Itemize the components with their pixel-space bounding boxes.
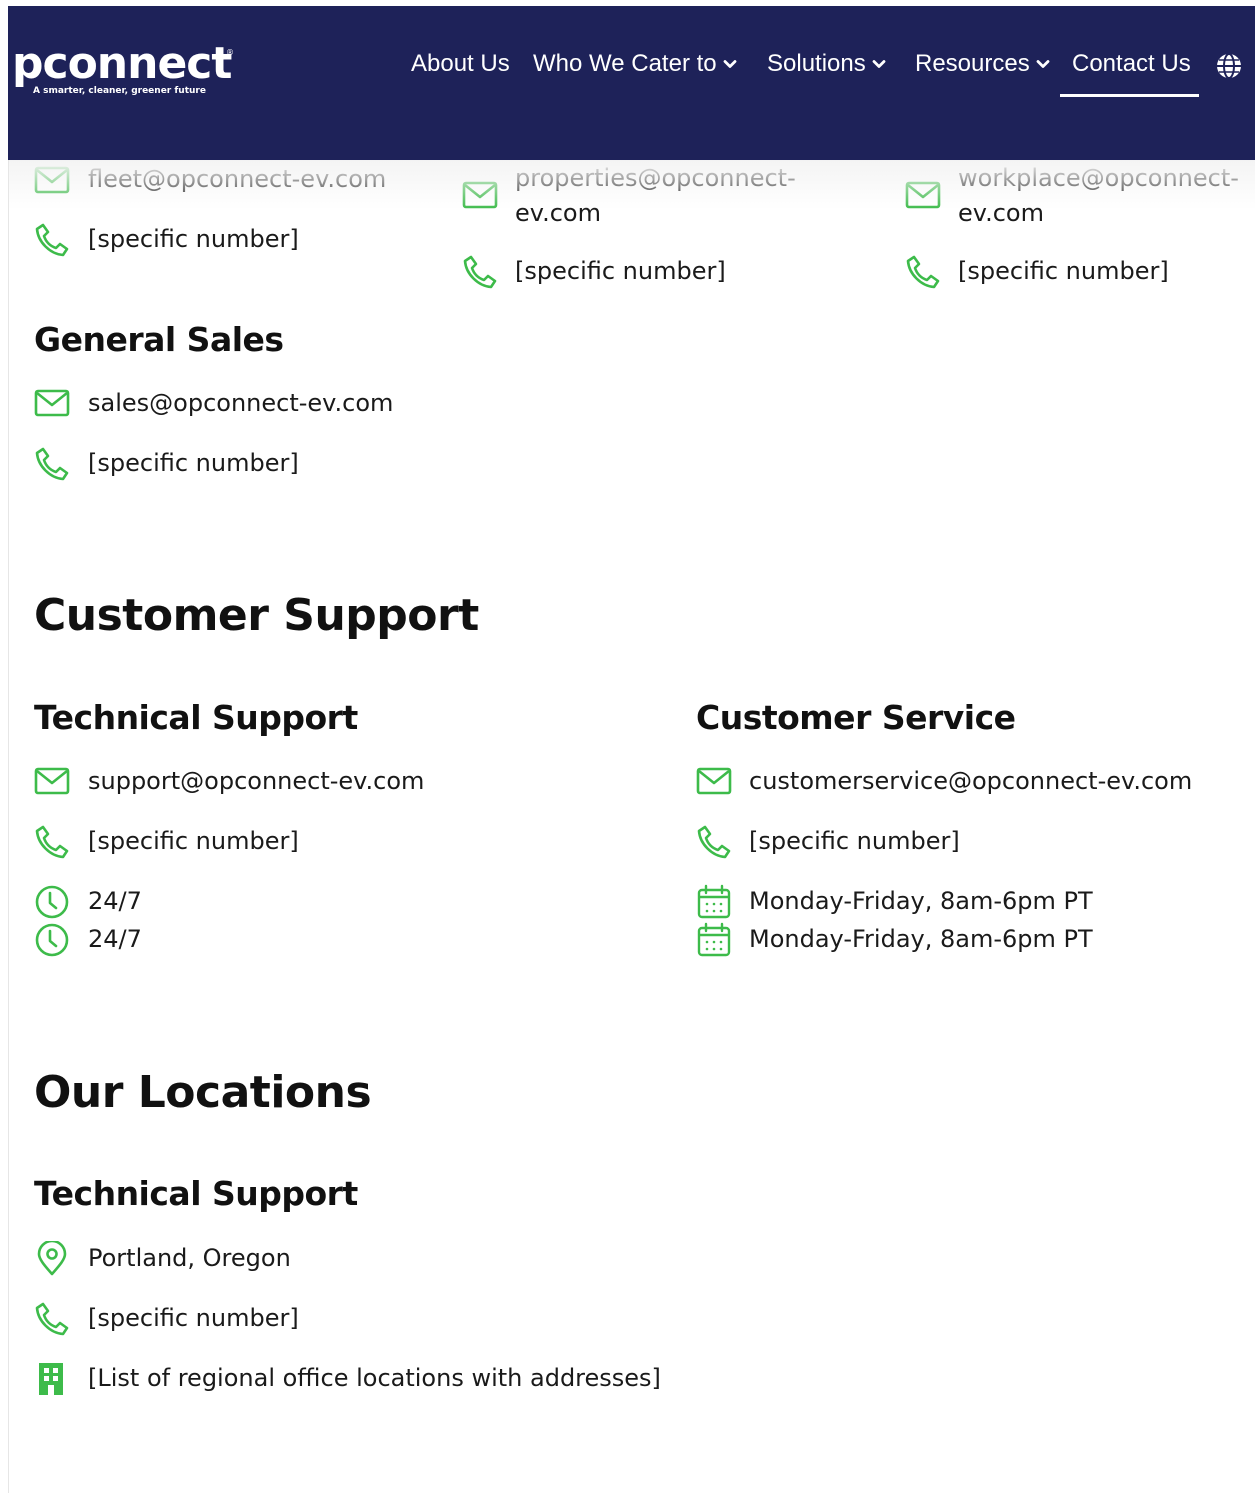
location-phone: [specific number] (88, 1304, 299, 1332)
calendar-icon (697, 884, 731, 919)
our-locations-heading: Our Locations (34, 1067, 372, 1118)
nav-active-indicator (1060, 94, 1199, 97)
phone-icon (35, 825, 69, 859)
chevron-down-icon (872, 60, 886, 68)
site-header: pconnect ® A smarter, cleaner, greener f… (8, 6, 1255, 161)
chevron-down-icon (723, 60, 737, 68)
building-icon (39, 1363, 63, 1395)
nav-solutions[interactable]: Solutions (767, 50, 886, 78)
mail-icon (462, 181, 498, 209)
customer-service-hours: Monday-Friday, 8am-6pm PT (749, 925, 1093, 953)
fleet-email[interactable]: fleet@opconnect-ev.com (88, 162, 386, 196)
customer-service-email[interactable]: customerservice@opconnect-ev.com (749, 764, 1192, 798)
phone-icon (35, 447, 69, 481)
nav-contact-us[interactable]: Contact Us (1072, 50, 1191, 78)
phone-icon (906, 255, 940, 289)
mail-icon (34, 166, 70, 194)
nav-label: Contact Us (1072, 50, 1191, 77)
mail-icon (696, 767, 732, 795)
nav-label: Resources (915, 50, 1030, 77)
location-pin-icon (37, 1241, 67, 1276)
clock-icon (35, 923, 69, 957)
clock-icon (35, 885, 69, 919)
mail-icon (34, 389, 70, 417)
sales-phone: [specific number] (88, 449, 299, 477)
phone-icon (697, 825, 731, 859)
properties-email[interactable]: properties@opconnect-ev.com (515, 161, 815, 231)
support-phone: [specific number] (88, 827, 299, 855)
logo[interactable]: pconnect ® A smarter, cleaner, greener f… (12, 38, 234, 97)
nav-label: Who We Cater to (533, 50, 717, 77)
properties-phone: [specific number] (515, 257, 726, 285)
mail-icon (905, 181, 941, 209)
chevron-down-icon (1036, 60, 1050, 68)
mail-icon (34, 767, 70, 795)
phone-icon (35, 223, 69, 257)
customer-service-phone: [specific number] (749, 827, 960, 855)
page-left-border (8, 160, 9, 1493)
logo-tagline: A smarter, cleaner, greener future (33, 86, 206, 96)
support-hours: 24/7 (88, 887, 142, 915)
globe-icon[interactable] (1215, 52, 1243, 80)
workplace-phone: [specific number] (958, 257, 1169, 285)
sales-email[interactable]: sales@opconnect-ev.com (88, 386, 393, 420)
logo-registered-mark: ® (226, 48, 234, 57)
phone-icon (35, 1302, 69, 1336)
customer-service-hours: Monday-Friday, 8am-6pm PT (749, 887, 1093, 915)
nav-about-us[interactable]: About Us (411, 50, 510, 78)
fleet-phone: [specific number] (88, 225, 299, 253)
location-city: Portland, Oregon (88, 1244, 291, 1272)
phone-icon (463, 255, 497, 289)
general-sales-heading: General Sales (34, 320, 284, 359)
customer-service-heading: Customer Service (696, 698, 1016, 737)
customer-support-heading: Customer Support (34, 590, 479, 641)
nav-who-we-cater-to[interactable]: Who We Cater to (533, 50, 737, 78)
locations-subheading: Technical Support (34, 1174, 358, 1213)
technical-support-heading: Technical Support (34, 698, 358, 737)
nav-label: Solutions (767, 50, 866, 77)
calendar-icon (697, 922, 731, 957)
workplace-email[interactable]: workplace@opconnect-ev.com (958, 161, 1250, 231)
support-hours: 24/7 (88, 925, 142, 953)
nav-label: About Us (411, 50, 510, 77)
logo-wordmark: pconnect (12, 38, 232, 89)
support-email[interactable]: support@opconnect-ev.com (88, 764, 424, 798)
regional-offices: [List of regional office locations with … (88, 1364, 661, 1392)
nav-resources[interactable]: Resources (915, 50, 1050, 78)
